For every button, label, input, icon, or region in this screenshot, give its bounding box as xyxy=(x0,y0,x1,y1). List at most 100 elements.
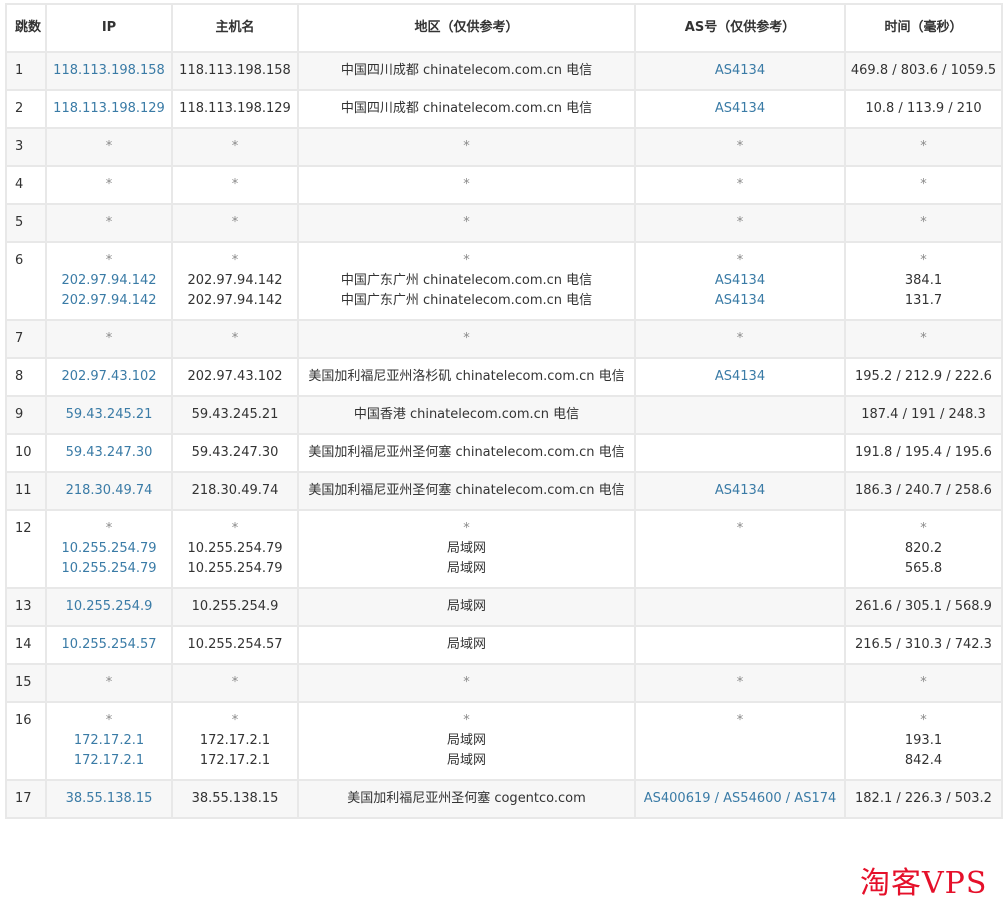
ip-link[interactable]: 202.97.94.142 xyxy=(51,291,167,311)
time-value: 10.8 / 113.9 / 210 xyxy=(865,101,982,116)
time-value: 842.4 xyxy=(904,753,943,768)
host-value: 202.97.94.142 xyxy=(187,293,283,308)
no-response-marker: * xyxy=(231,215,239,230)
time-cell: * 820.2 565.8 xyxy=(844,509,1003,589)
region-cell: 美国加利福尼亚州圣何塞 chinatelecom.com.cn 电信 xyxy=(297,471,636,511)
time-value: 195.2 / 212.9 / 222.6 xyxy=(855,369,992,384)
ip-cell: * 202.97.94.142 202.97.94.142 xyxy=(45,241,173,321)
no-response-marker: * xyxy=(920,177,927,192)
time-cell: 191.8 / 195.4 / 195.6 xyxy=(844,433,1003,473)
hostname-cell: 38.55.138.15 xyxy=(171,779,299,819)
no-response-marker: * xyxy=(231,521,239,536)
host-value: 59.43.245.21 xyxy=(191,407,279,422)
asn-cell: * AS4134 AS4134 xyxy=(634,241,846,321)
asn-link[interactable]: AS4134 xyxy=(640,481,840,501)
no-response-marker: * xyxy=(463,521,470,536)
region-cell: 美国加利福尼亚州圣何塞 chinatelecom.com.cn 电信 xyxy=(297,433,636,473)
ip-link[interactable]: 118.113.198.158 xyxy=(51,61,167,81)
host-value: 118.113.198.158 xyxy=(179,63,291,78)
asn-cell: * xyxy=(634,663,846,703)
no-response-marker: * xyxy=(105,331,113,346)
time-cell: 10.8 / 113.9 / 210 xyxy=(844,89,1003,129)
table-row: 7 * * * * * xyxy=(5,319,1003,359)
hostname-cell: 59.43.247.30 xyxy=(171,433,299,473)
ip-link[interactable]: 10.255.254.79 xyxy=(51,539,167,559)
ip-link[interactable]: 172.17.2.1 xyxy=(51,751,167,771)
no-response-marker: * xyxy=(463,253,470,268)
hop-number: 1 xyxy=(5,51,47,91)
hostname-cell: * 172.17.2.1 172.17.2.1 xyxy=(171,701,299,781)
no-response-marker: * xyxy=(231,177,239,192)
asn-cell: * xyxy=(634,203,846,243)
region-cell: * 局域网 局域网 xyxy=(297,701,636,781)
hostname-cell: 218.30.49.74 xyxy=(171,471,299,511)
ip-cell: 202.97.43.102 xyxy=(45,357,173,397)
ip-link[interactable]: 202.97.94.142 xyxy=(51,271,167,291)
ip-link[interactable]: 10.255.254.57 xyxy=(51,635,167,655)
asn-link[interactable]: AS400619 / AS54600 / AS174 xyxy=(640,789,840,809)
host-value: 59.43.247.30 xyxy=(191,445,279,460)
table-row: 9 59.43.245.21 59.43.245.21 中国香港 chinatelec… xyxy=(5,395,1003,435)
ip-link[interactable]: 118.113.198.129 xyxy=(51,99,167,119)
table-row: 14 10.255.254.57 10.255.254.57 局域网 216.5 / 3… xyxy=(5,625,1003,665)
host-value: 202.97.94.142 xyxy=(187,273,283,288)
no-response-marker: * xyxy=(463,215,470,230)
hop-number: 12 xyxy=(5,509,47,589)
no-response-marker: * xyxy=(920,253,927,268)
no-response-marker: * xyxy=(736,253,744,268)
ip-link[interactable]: 10.255.254.79 xyxy=(51,559,167,579)
table-row: 13 10.255.254.9 10.255.254.9 局域网 261.6 / 305… xyxy=(5,587,1003,627)
no-response-marker: * xyxy=(463,675,470,690)
asn-link[interactable]: AS4134 xyxy=(640,291,840,311)
asn-cell: * xyxy=(634,509,846,589)
region-cell: 中国四川成都 chinatelecom.com.cn 电信 xyxy=(297,51,636,91)
ip-link[interactable]: 59.43.245.21 xyxy=(51,405,167,425)
ip-link[interactable]: 59.43.247.30 xyxy=(51,443,167,463)
host-value: 10.255.254.57 xyxy=(187,637,283,652)
ip-cell: 118.113.198.129 xyxy=(45,89,173,129)
host-value: 218.30.49.74 xyxy=(191,483,279,498)
asn-cell xyxy=(634,395,846,435)
asn-cell: AS4134 xyxy=(634,471,846,511)
table-row: 4 * * * * * xyxy=(5,165,1003,205)
asn-link[interactable]: AS4134 xyxy=(640,99,840,119)
time-cell: * xyxy=(844,127,1003,167)
asn-cell: AS4134 xyxy=(634,89,846,129)
hop-number: 6 xyxy=(5,241,47,321)
ip-link[interactable]: 218.30.49.74 xyxy=(51,481,167,501)
table-row: 10 59.43.247.30 59.43.247.30 美国加利福尼亚州圣何塞 ch… xyxy=(5,433,1003,473)
hostname-cell: * 10.255.254.79 10.255.254.79 xyxy=(171,509,299,589)
ip-cell: * xyxy=(45,319,173,359)
asn-link[interactable]: AS4134 xyxy=(640,61,840,81)
asn-link[interactable]: AS4134 xyxy=(640,271,840,291)
ip-cell: 59.43.247.30 xyxy=(45,433,173,473)
hostname-cell: 59.43.245.21 xyxy=(171,395,299,435)
table-row: 6 * 202.97.94.142 202.97.94.142 * 202.97.94.1… xyxy=(5,241,1003,321)
time-value: 469.8 / 803.6 / 1059.5 xyxy=(850,63,997,78)
hop-number: 13 xyxy=(5,587,47,627)
no-response-marker: * xyxy=(463,177,470,192)
traceroute-table-container: 跳数 IP 主机名 地区（仅供参考） AS号（仅供参考） 时间（毫秒） 1 118… xyxy=(5,3,1003,819)
ip-link[interactable]: 10.255.254.9 xyxy=(51,597,167,617)
host-value: 10.255.254.79 xyxy=(187,561,283,576)
hop-number: 9 xyxy=(5,395,47,435)
ip-link[interactable]: 172.17.2.1 xyxy=(51,731,167,751)
ip-cell: 10.255.254.9 xyxy=(45,587,173,627)
ip-link[interactable]: 202.97.43.102 xyxy=(51,367,167,387)
hop-number: 3 xyxy=(5,127,47,167)
no-response-marker: * xyxy=(736,215,744,230)
time-cell: 187.4 / 191 / 248.3 xyxy=(844,395,1003,435)
region-value: 中国四川成都 chinatelecom.com.cn 电信 xyxy=(340,63,593,78)
hostname-cell: 202.97.43.102 xyxy=(171,357,299,397)
hop-number: 5 xyxy=(5,203,47,243)
asn-link[interactable]: AS4134 xyxy=(640,367,840,387)
time-value: 216.5 / 310.3 / 742.3 xyxy=(855,637,992,652)
region-value: 美国加利福尼亚州圣何塞 chinatelecom.com.cn 电信 xyxy=(308,445,625,460)
no-response-marker: * xyxy=(736,331,744,346)
ip-link[interactable]: 38.55.138.15 xyxy=(51,789,167,809)
region-cell: * xyxy=(297,319,636,359)
time-value: 182.1 / 226.3 / 503.2 xyxy=(855,791,992,806)
host-value: 118.113.198.129 xyxy=(179,101,291,116)
host-value: 10.255.254.9 xyxy=(191,599,279,614)
region-cell: 美国加利福尼亚州圣何塞 cogentco.com xyxy=(297,779,636,819)
